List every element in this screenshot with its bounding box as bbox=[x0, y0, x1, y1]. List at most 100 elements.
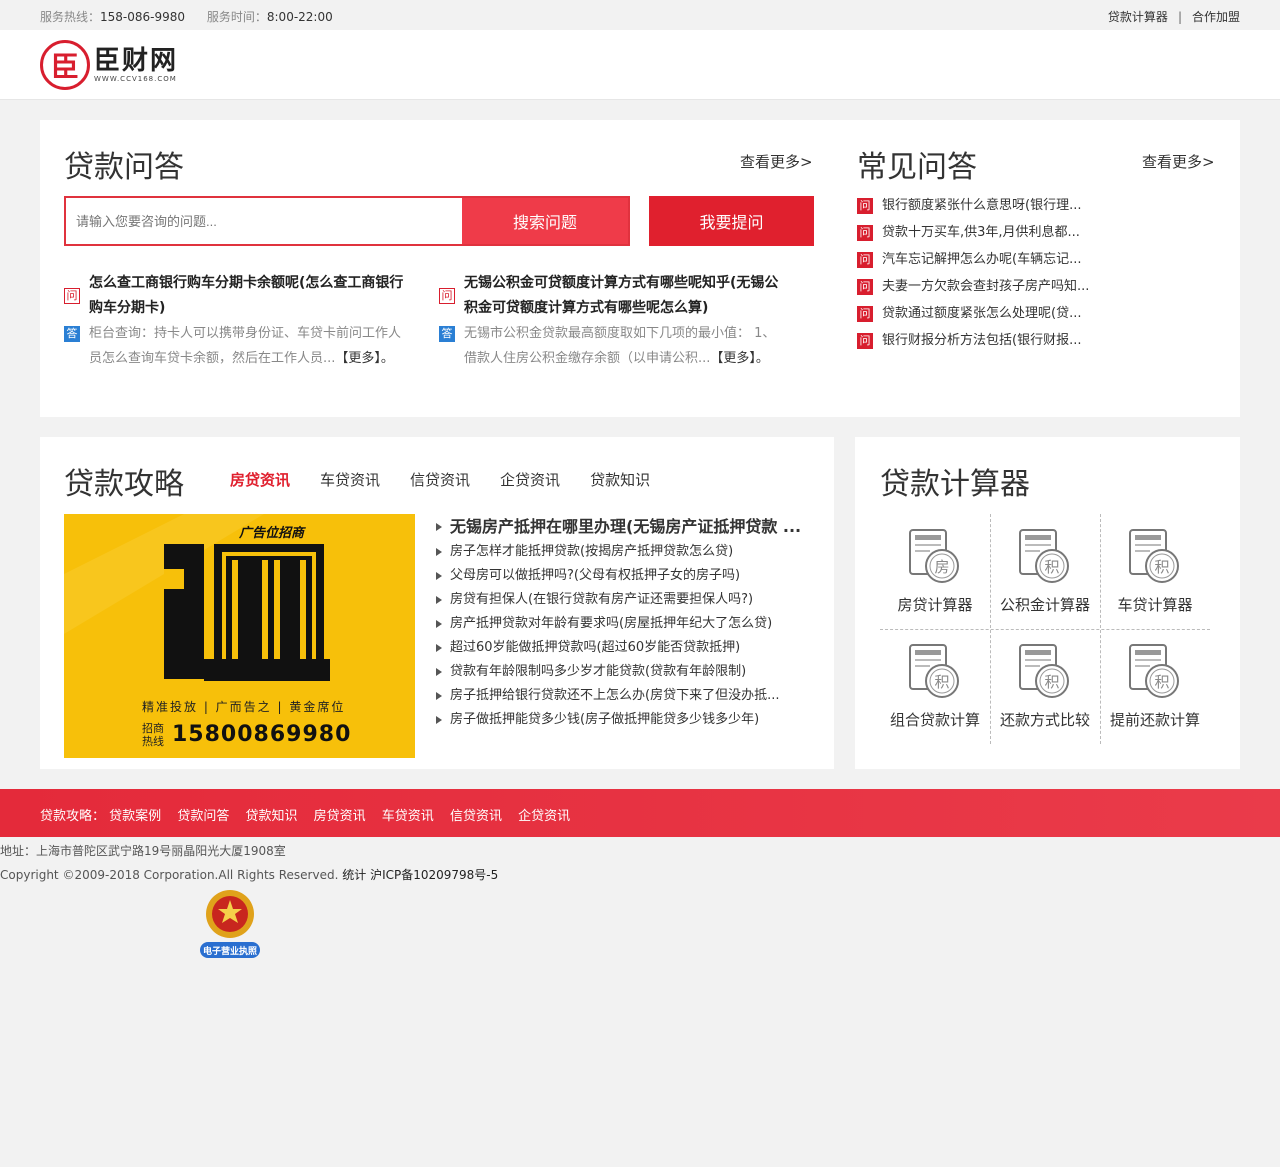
calculator-grid: 房 房贷计算器 积 公积金计算器 积 车贷计算器 积 组合贷款计算 积 还款方式… bbox=[880, 514, 1210, 744]
question-text[interactable]: 无锡公积金可贷额度计算方式有哪些呢知乎(无锡公积金可贷额度计算方式有哪些呢怎么算… bbox=[464, 271, 784, 321]
calc-label: 车贷计算器 bbox=[1117, 596, 1193, 614]
footer-link[interactable]: 贷款知识 bbox=[245, 809, 297, 824]
strategy-panel: 贷款攻略 房贷资讯 车贷资讯 信贷资讯 企贷资讯 贷款知识 广告位招商 精准投放… bbox=[40, 437, 834, 769]
qa-panel: 贷款问答 查看更多> 搜索问题 我要提问 问怎么查工商银行购车分期卡余额呢(怎么… bbox=[40, 120, 1240, 417]
list-item[interactable]: 问银行额度紧张什么意思呀(银行理... bbox=[857, 197, 1217, 224]
footer-copyright: Copyright ©2009-2018 Corporation.All Rig… bbox=[0, 868, 499, 882]
ad-hotline-label: 招商热线 bbox=[142, 722, 164, 748]
more-link[interactable]: 【更多】。 bbox=[710, 351, 769, 366]
top-links: 贷款计算器 | 合作加盟 bbox=[1108, 8, 1240, 25]
ask-question-button[interactable]: 我要提问 bbox=[649, 196, 814, 246]
list-item[interactable]: 房子做抵押能贷多少钱(房子做抵押能贷多少钱多少年) bbox=[436, 708, 816, 732]
qa-title: 贷款问答 bbox=[64, 150, 184, 185]
logo-url: WWW.CCV168.COM bbox=[94, 75, 177, 83]
ad-slogan: 精准投放 | 广而告之 | 黄金席位 bbox=[142, 700, 346, 714]
footer-link[interactable]: 贷款问答 bbox=[177, 809, 229, 824]
list-item[interactable]: 房产抵押贷款对年龄有要求吗(房屋抵押年纪大了怎么贷) bbox=[436, 612, 816, 636]
qa-more-link[interactable]: 查看更多> bbox=[740, 151, 813, 172]
header: 臣 臣财网 WWW.CCV168.COM bbox=[0, 30, 1280, 100]
calc-repay-compare[interactable]: 积 还款方式比较 bbox=[990, 629, 1100, 744]
faq-title: 常见问答 bbox=[857, 150, 977, 185]
calc-car-loan[interactable]: 积 车贷计算器 bbox=[1100, 514, 1210, 629]
calculator-panel: 贷款计算器 房 房贷计算器 积 公积金计算器 积 车贷计算器 积 组合贷款计算 … bbox=[855, 437, 1240, 769]
faq-more-link[interactable]: 查看更多> bbox=[1142, 151, 1215, 172]
list-item[interactable]: 超过60岁能做抵押贷款吗(超过60岁能否贷款抵押) bbox=[436, 636, 816, 660]
calc-combined[interactable]: 积 组合贷款计算 bbox=[880, 629, 990, 744]
tab-house-loan[interactable]: 房贷资讯 bbox=[230, 469, 290, 490]
list-item[interactable]: 问汽车忘记解押怎么办呢(车辆忘记... bbox=[857, 251, 1217, 278]
strategy-tabs: 房贷资讯 车贷资讯 信贷资讯 企贷资讯 贷款知识 bbox=[230, 469, 680, 490]
footer-link[interactable]: 车贷资讯 bbox=[382, 809, 434, 824]
more-link[interactable]: 【更多】。 bbox=[335, 351, 394, 366]
calc-label: 房贷计算器 bbox=[897, 596, 973, 614]
list-item[interactable]: 无锡房产抵押在哪里办理(无锡房产证抵押贷款 ... bbox=[436, 514, 816, 540]
calculator-icon: 房 bbox=[908, 528, 962, 584]
list-item[interactable]: 问贷款十万买车,供3年,月供利息都... bbox=[857, 224, 1217, 251]
list-item[interactable]: 父母房可以做抵押吗?(父母有权抵押子女的房子吗) bbox=[436, 564, 816, 588]
icp-link[interactable]: 沪ICP备10209798号-5 bbox=[370, 868, 498, 882]
tab-loan-knowledge[interactable]: 贷款知识 bbox=[590, 469, 650, 490]
calc-prepay[interactable]: 积 提前还款计算 bbox=[1100, 629, 1210, 744]
question-text[interactable]: 怎么查工商银行购车分期卡余额呢(怎么查工商银行购车分期卡) bbox=[89, 271, 409, 321]
search-box: 搜索问题 bbox=[64, 196, 630, 246]
calc-label: 提前还款计算 bbox=[1109, 711, 1200, 729]
ad-banner[interactable]: 广告位招商 精准投放 | 广而告之 | 黄金席位 招商热线 1580086998… bbox=[64, 514, 415, 758]
footer-link[interactable]: 信贷资讯 bbox=[450, 809, 502, 824]
strategy-title: 贷款攻略 bbox=[64, 467, 184, 502]
footer-link[interactable]: 房贷资讯 bbox=[314, 809, 366, 824]
list-item[interactable]: 贷款有年龄限制吗多少岁才能贷款(贷款有年龄限制) bbox=[436, 660, 816, 684]
service-info: 服务热线：158-086-9980 服务时间：8:00-22:00 bbox=[40, 8, 351, 25]
business-license-badge[interactable]: 电子营业执照 bbox=[198, 886, 262, 960]
search-button[interactable]: 搜索问题 bbox=[462, 198, 628, 244]
list-item[interactable]: 房贷有担保人(在银行贷款有房产证还需要担保人吗?) bbox=[436, 588, 816, 612]
question-icon: 问 bbox=[857, 225, 873, 241]
svg-text:积: 积 bbox=[1154, 673, 1169, 691]
calculator-icon: 积 bbox=[908, 643, 962, 699]
emblem-icon: 电子营业执照 bbox=[200, 890, 260, 958]
answer-text: 无锡市公积金贷款最高额度取如下几项的最小值： 1、借款人住房公积金缴存余额（以申… bbox=[464, 326, 776, 366]
svg-text:积: 积 bbox=[1154, 558, 1169, 576]
list-item[interactable]: 问夫妻一方欠款会查封孩子房产吗知... bbox=[857, 278, 1217, 305]
tab-credit-loan[interactable]: 信贷资讯 bbox=[410, 469, 470, 490]
list-item[interactable]: 房子抵押给银行贷款还不上怎么办(房贷下来了但没办抵... bbox=[436, 684, 816, 708]
top-link-calculator[interactable]: 贷款计算器 bbox=[1108, 10, 1168, 24]
top-bar: 服务热线：158-086-9980 服务时间：8:00-22:00 贷款计算器 |… bbox=[0, 0, 1280, 30]
top-link-join[interactable]: 合作加盟 bbox=[1192, 10, 1240, 24]
svg-text:房: 房 bbox=[934, 558, 949, 576]
footer-link[interactable]: 贷款案例 bbox=[109, 809, 161, 824]
list-item[interactable]: 问银行财报分析方法包括(银行财报... bbox=[857, 332, 1217, 359]
faq-list: 问银行额度紧张什么意思呀(银行理... 问贷款十万买车,供3年,月供利息都...… bbox=[857, 197, 1217, 359]
question-icon: 问 bbox=[857, 279, 873, 295]
logo-mark: 臣 bbox=[40, 40, 90, 90]
tab-car-loan[interactable]: 车贷资讯 bbox=[320, 469, 380, 490]
qa-item[interactable]: 问无锡公积金可贷额度计算方式有哪些呢知乎(无锡公积金可贷额度计算方式有哪些呢怎么… bbox=[439, 271, 784, 371]
calc-label: 还款方式比较 bbox=[999, 711, 1090, 729]
calculator-icon: 积 bbox=[1018, 528, 1072, 584]
list-item[interactable]: 房子怎样才能抵押贷款(按揭房产抵押贷款怎么贷) bbox=[436, 540, 816, 564]
question-icon: 问 bbox=[857, 306, 873, 322]
calculator-icon: 积 bbox=[1128, 643, 1182, 699]
site-logo[interactable]: 臣 臣财网 WWW.CCV168.COM bbox=[40, 40, 178, 90]
ad-phone: 15800869980 bbox=[172, 722, 352, 747]
news-list: 无锡房产抵押在哪里办理(无锡房产证抵押贷款 ... 房子怎样才能抵押贷款(按揭房… bbox=[436, 514, 816, 732]
svg-text:积: 积 bbox=[1044, 558, 1059, 576]
qa-item[interactable]: 问怎么查工商银行购车分期卡余额呢(怎么查工商银行购车分期卡) 答柜台查询：持卡人… bbox=[64, 271, 409, 371]
calc-label: 公积金计算器 bbox=[999, 596, 1090, 614]
tab-business-loan[interactable]: 企贷资讯 bbox=[500, 469, 560, 490]
footer-link[interactable]: 企贷资讯 bbox=[518, 809, 570, 824]
list-item[interactable]: 问贷款通过额度紧张怎么处理呢(贷... bbox=[857, 305, 1217, 332]
separator: | bbox=[1177, 10, 1182, 24]
svg-text:广告位招商: 广告位招商 bbox=[238, 525, 306, 540]
question-icon: 问 bbox=[857, 252, 873, 268]
question-icon: 问 bbox=[857, 198, 873, 214]
question-icon: 问 bbox=[857, 333, 873, 349]
calc-label: 组合贷款计算 bbox=[889, 711, 980, 729]
calc-house-loan[interactable]: 房 房贷计算器 bbox=[880, 514, 990, 629]
svg-text:电子营业执照: 电子营业执照 bbox=[203, 945, 257, 957]
search-input[interactable] bbox=[66, 198, 462, 244]
calc-fund[interactable]: 积 公积金计算器 bbox=[990, 514, 1100, 629]
calculator-icon: 积 bbox=[1018, 643, 1072, 699]
stat-link[interactable]: 统计 bbox=[342, 868, 366, 882]
calculator-title: 贷款计算器 bbox=[880, 467, 1030, 502]
svg-text:积: 积 bbox=[934, 673, 949, 691]
